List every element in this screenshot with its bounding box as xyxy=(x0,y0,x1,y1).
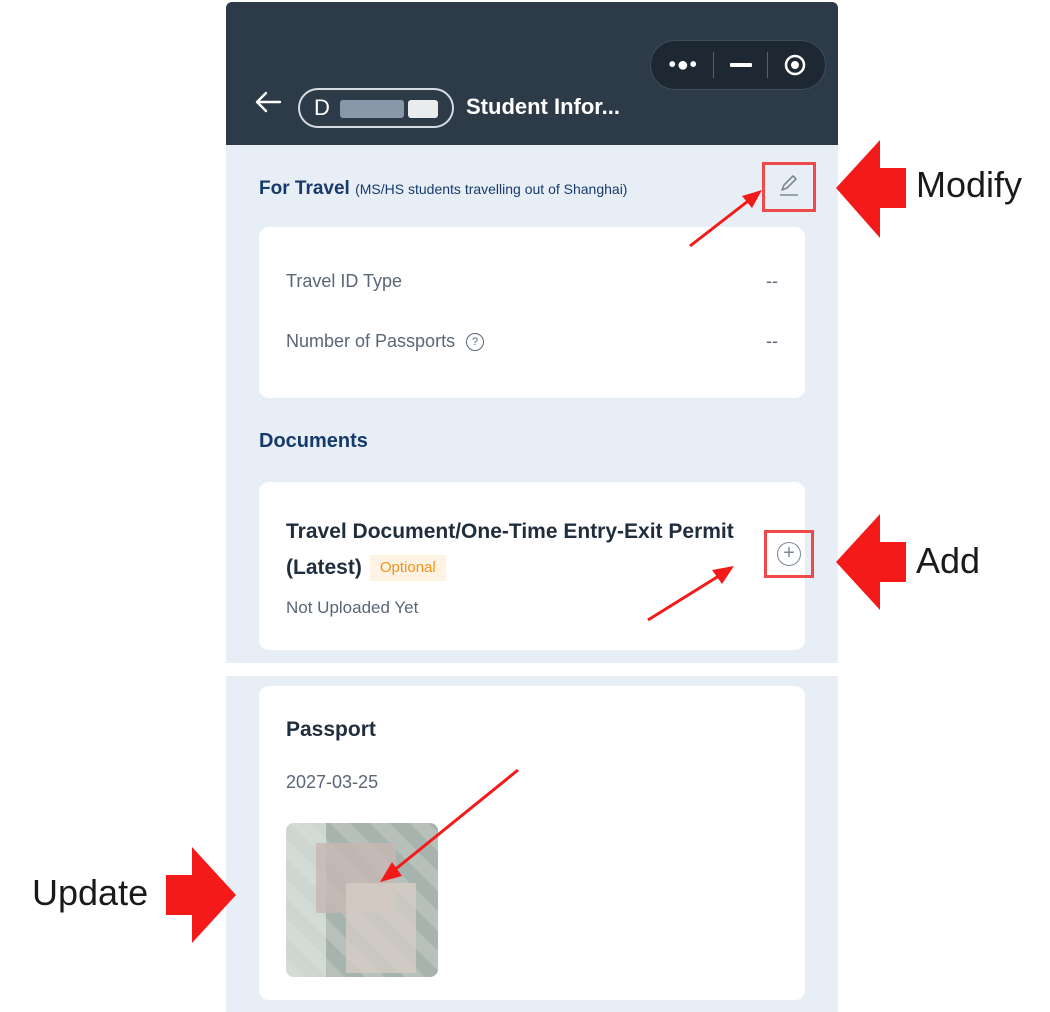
arrow-left-icon[interactable] xyxy=(254,90,282,120)
passport-card: Passport 2027-03-25 xyxy=(259,686,805,1000)
more-dots-icon[interactable]: •●• xyxy=(669,55,698,75)
student-name-pill[interactable]: D xyxy=(298,88,454,128)
row-label-wrap: Number of Passports ? xyxy=(286,331,485,352)
edit-travel-button[interactable] xyxy=(762,162,816,212)
upload-status: Not Uploaded Yet xyxy=(286,598,419,617)
minimize-icon[interactable] xyxy=(729,62,752,68)
capsule-menu[interactable]: •●• xyxy=(650,40,826,90)
help-circle-icon[interactable]: ? xyxy=(466,333,485,352)
add-annotation: Add xyxy=(916,540,981,581)
redacted-name xyxy=(408,100,438,118)
row-label: Travel ID Type xyxy=(286,271,403,291)
update-annotation: Update xyxy=(32,872,149,913)
student-name-initial: D xyxy=(314,95,330,120)
add-block-arrow xyxy=(836,514,906,610)
document-card: Travel Document/One-Time Entry-Exit Perm… xyxy=(259,482,814,650)
add-document-button[interactable]: + xyxy=(764,530,814,578)
passport-thumbnail[interactable] xyxy=(286,823,438,977)
travel-heading: For Travel xyxy=(259,178,350,199)
capsule-divider xyxy=(713,52,715,78)
row-value: -- xyxy=(766,271,778,291)
passport-title: Passport xyxy=(286,718,376,741)
redacted-name xyxy=(340,100,404,118)
passport-date: 2027-03-25 xyxy=(286,772,379,792)
document-title: Travel Document/One-Time Entry-Exit Perm… xyxy=(286,520,734,579)
row-label: Number of Passports xyxy=(286,331,456,351)
capsule-divider xyxy=(766,52,768,78)
mini-program-screen: •●• D Student Infor... For Travel (MS/HS… xyxy=(226,2,838,663)
row-value: -- xyxy=(766,331,778,351)
modify-block-arrow xyxy=(836,140,906,238)
documents-heading: Documents xyxy=(259,430,368,452)
top-bar: •●• D Student Infor... xyxy=(226,2,838,145)
number-of-passports-row: Number of Passports ? -- xyxy=(286,331,778,352)
optional-badge: Optional xyxy=(369,555,446,582)
passport-screen: Passport 2027-03-25 xyxy=(226,676,838,1012)
travel-info-card: Travel ID Type -- Number of Passports ? … xyxy=(259,227,805,398)
thumbnail-block xyxy=(346,883,416,973)
pencil-icon xyxy=(776,172,802,203)
travel-section-heading: For Travel (MS/HS students travelling ou… xyxy=(259,178,627,200)
modify-annotation: Modify xyxy=(916,164,1023,205)
document-title-wrap: Travel Document/One-Time Entry-Exit Perm… xyxy=(286,514,746,586)
travel-id-type-row: Travel ID Type -- xyxy=(286,271,778,292)
travel-subheading: (MS/HS students travelling out of Shangh… xyxy=(355,181,628,197)
plus-circle-icon: + xyxy=(777,542,801,566)
page-title: Student Infor... xyxy=(466,94,620,119)
target-icon[interactable] xyxy=(783,53,807,77)
